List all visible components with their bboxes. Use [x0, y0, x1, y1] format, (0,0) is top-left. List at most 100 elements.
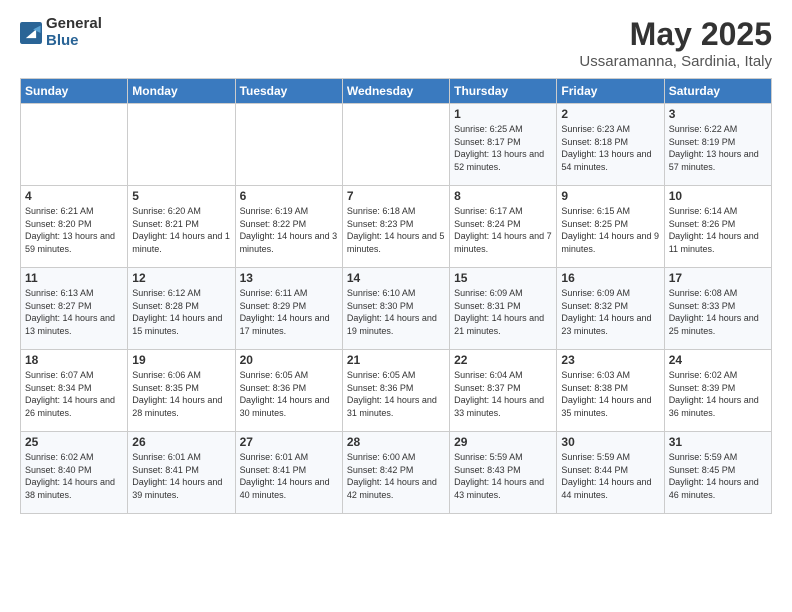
logo-general-text: General: [46, 16, 102, 33]
day-info: Sunrise: 6:02 AMSunset: 8:40 PMDaylight:…: [25, 451, 123, 501]
table-cell: 10 Sunrise: 6:14 AMSunset: 8:26 PMDayligh…: [664, 186, 771, 268]
table-cell: 26 Sunrise: 6:01 AMSunset: 8:41 PMDayligh…: [128, 432, 235, 514]
table-cell: 4 Sunrise: 6:21 AMSunset: 8:20 PMDaylight…: [21, 186, 128, 268]
day-info: Sunrise: 6:08 AMSunset: 8:33 PMDaylight:…: [669, 287, 767, 337]
day-number: 4: [25, 189, 123, 203]
day-info: Sunrise: 6:05 AMSunset: 8:36 PMDaylight:…: [347, 369, 445, 419]
table-cell: 14 Sunrise: 6:10 AMSunset: 8:30 PMDayligh…: [342, 268, 449, 350]
day-number: 8: [454, 189, 552, 203]
week-row-1: 1 Sunrise: 6:25 AMSunset: 8:17 PMDaylight…: [21, 104, 772, 186]
day-number: 29: [454, 435, 552, 449]
weekday-header-row: Sunday Monday Tuesday Wednesday Thursday…: [21, 79, 772, 104]
day-info: Sunrise: 5:59 AMSunset: 8:44 PMDaylight:…: [561, 451, 659, 501]
day-info: Sunrise: 6:00 AMSunset: 8:42 PMDaylight:…: [347, 451, 445, 501]
day-info: Sunrise: 6:09 AMSunset: 8:31 PMDaylight:…: [454, 287, 552, 337]
logo-text: General Blue: [46, 16, 102, 49]
day-info: Sunrise: 6:05 AMSunset: 8:36 PMDaylight:…: [240, 369, 338, 419]
header-sunday: Sunday: [21, 79, 128, 104]
day-number: 11: [25, 271, 123, 285]
day-number: 30: [561, 435, 659, 449]
day-info: Sunrise: 6:18 AMSunset: 8:23 PMDaylight:…: [347, 205, 445, 255]
day-info: Sunrise: 6:22 AMSunset: 8:19 PMDaylight:…: [669, 123, 767, 173]
day-info: Sunrise: 6:04 AMSunset: 8:37 PMDaylight:…: [454, 369, 552, 419]
table-cell: 7 Sunrise: 6:18 AMSunset: 8:23 PMDaylight…: [342, 186, 449, 268]
calendar-subtitle: Ussaramanna, Sardinia, Italy: [579, 53, 772, 70]
table-cell: [21, 104, 128, 186]
table-cell: 18 Sunrise: 6:07 AMSunset: 8:34 PMDayligh…: [21, 350, 128, 432]
logo: General Blue: [20, 16, 102, 49]
day-info: Sunrise: 6:25 AMSunset: 8:17 PMDaylight:…: [454, 123, 552, 173]
day-number: 13: [240, 271, 338, 285]
day-info: Sunrise: 6:14 AMSunset: 8:26 PMDaylight:…: [669, 205, 767, 255]
week-row-2: 4 Sunrise: 6:21 AMSunset: 8:20 PMDaylight…: [21, 186, 772, 268]
table-cell: 16Sunrise: 6:09 AMSunset: 8:32 PMDayligh…: [557, 268, 664, 350]
day-number: 14: [347, 271, 445, 285]
day-number: 3: [669, 107, 767, 121]
day-info: Sunrise: 5:59 AMSunset: 8:43 PMDaylight:…: [454, 451, 552, 501]
day-number: 7: [347, 189, 445, 203]
day-number: 23: [561, 353, 659, 367]
day-info: Sunrise: 6:01 AMSunset: 8:41 PMDaylight:…: [132, 451, 230, 501]
header-tuesday: Tuesday: [235, 79, 342, 104]
day-info: Sunrise: 6:17 AMSunset: 8:24 PMDaylight:…: [454, 205, 552, 255]
table-cell: 24Sunrise: 6:02 AMSunset: 8:39 PMDayligh…: [664, 350, 771, 432]
day-info: Sunrise: 6:19 AMSunset: 8:22 PMDaylight:…: [240, 205, 338, 255]
header-wednesday: Wednesday: [342, 79, 449, 104]
day-info: Sunrise: 6:10 AMSunset: 8:30 PMDaylight:…: [347, 287, 445, 337]
logo-blue-text: Blue: [46, 33, 102, 50]
day-number: 1: [454, 107, 552, 121]
table-cell: 22 Sunrise: 6:04 AMSunset: 8:37 PMDayligh…: [450, 350, 557, 432]
table-cell: 13Sunrise: 6:11 AMSunset: 8:29 PMDayligh…: [235, 268, 342, 350]
day-info: Sunrise: 6:01 AMSunset: 8:41 PMDaylight:…: [240, 451, 338, 501]
day-number: 31: [669, 435, 767, 449]
day-info: Sunrise: 6:12 AMSunset: 8:28 PMDaylight:…: [132, 287, 230, 337]
table-cell: 11 Sunrise: 6:13 AMSunset: 8:27 PMDayligh…: [21, 268, 128, 350]
table-cell: 15 Sunrise: 6:09 AMSunset: 8:31 PMDayligh…: [450, 268, 557, 350]
header-friday: Friday: [557, 79, 664, 104]
day-info: Sunrise: 6:06 AMSunset: 8:35 PMDaylight:…: [132, 369, 230, 419]
table-cell: 30 Sunrise: 5:59 AMSunset: 8:44 PMDayligh…: [557, 432, 664, 514]
table-cell: 19Sunrise: 6:06 AMSunset: 8:35 PMDayligh…: [128, 350, 235, 432]
table-cell: [235, 104, 342, 186]
table-cell: 31Sunrise: 5:59 AMSunset: 8:45 PMDayligh…: [664, 432, 771, 514]
day-number: 18: [25, 353, 123, 367]
day-number: 22: [454, 353, 552, 367]
table-cell: 20 Sunrise: 6:05 AMSunset: 8:36 PMDayligh…: [235, 350, 342, 432]
week-row-5: 25 Sunrise: 6:02 AMSunset: 8:40 PMDayligh…: [21, 432, 772, 514]
header: General Blue May 2025 Ussaramanna, Sardi…: [20, 16, 772, 70]
week-row-4: 18 Sunrise: 6:07 AMSunset: 8:34 PMDayligh…: [21, 350, 772, 432]
table-cell: [128, 104, 235, 186]
day-number: 9: [561, 189, 659, 203]
header-saturday: Saturday: [664, 79, 771, 104]
table-cell: 8 Sunrise: 6:17 AMSunset: 8:24 PMDaylight…: [450, 186, 557, 268]
day-info: Sunrise: 6:21 AMSunset: 8:20 PMDaylight:…: [25, 205, 123, 255]
calendar-title: May 2025: [579, 16, 772, 53]
table-cell: 21Sunrise: 6:05 AMSunset: 8:36 PMDayligh…: [342, 350, 449, 432]
table-cell: 2Sunrise: 6:23 AMSunset: 8:18 PMDaylight…: [557, 104, 664, 186]
day-number: 24: [669, 353, 767, 367]
day-number: 5: [132, 189, 230, 203]
header-thursday: Thursday: [450, 79, 557, 104]
day-number: 15: [454, 271, 552, 285]
day-info: Sunrise: 6:09 AMSunset: 8:32 PMDaylight:…: [561, 287, 659, 337]
table-cell: 3 Sunrise: 6:22 AMSunset: 8:19 PMDaylight…: [664, 104, 771, 186]
title-block: May 2025 Ussaramanna, Sardinia, Italy: [579, 16, 772, 70]
day-number: 27: [240, 435, 338, 449]
logo-icon: [20, 22, 42, 44]
header-monday: Monday: [128, 79, 235, 104]
day-number: 25: [25, 435, 123, 449]
page: General Blue May 2025 Ussaramanna, Sardi…: [0, 0, 792, 612]
day-info: Sunrise: 6:20 AMSunset: 8:21 PMDaylight:…: [132, 205, 230, 255]
day-info: Sunrise: 6:07 AMSunset: 8:34 PMDaylight:…: [25, 369, 123, 419]
day-number: 26: [132, 435, 230, 449]
day-number: 20: [240, 353, 338, 367]
table-cell: 28Sunrise: 6:00 AMSunset: 8:42 PMDayligh…: [342, 432, 449, 514]
day-number: 17: [669, 271, 767, 285]
day-number: 10: [669, 189, 767, 203]
day-info: Sunrise: 6:03 AMSunset: 8:38 PMDaylight:…: [561, 369, 659, 419]
day-info: Sunrise: 6:13 AMSunset: 8:27 PMDaylight:…: [25, 287, 123, 337]
table-cell: 23 Sunrise: 6:03 AMSunset: 8:38 PMDayligh…: [557, 350, 664, 432]
day-info: Sunrise: 6:15 AMSunset: 8:25 PMDaylight:…: [561, 205, 659, 255]
day-info: Sunrise: 6:23 AMSunset: 8:18 PMDaylight:…: [561, 123, 659, 173]
table-cell: [342, 104, 449, 186]
